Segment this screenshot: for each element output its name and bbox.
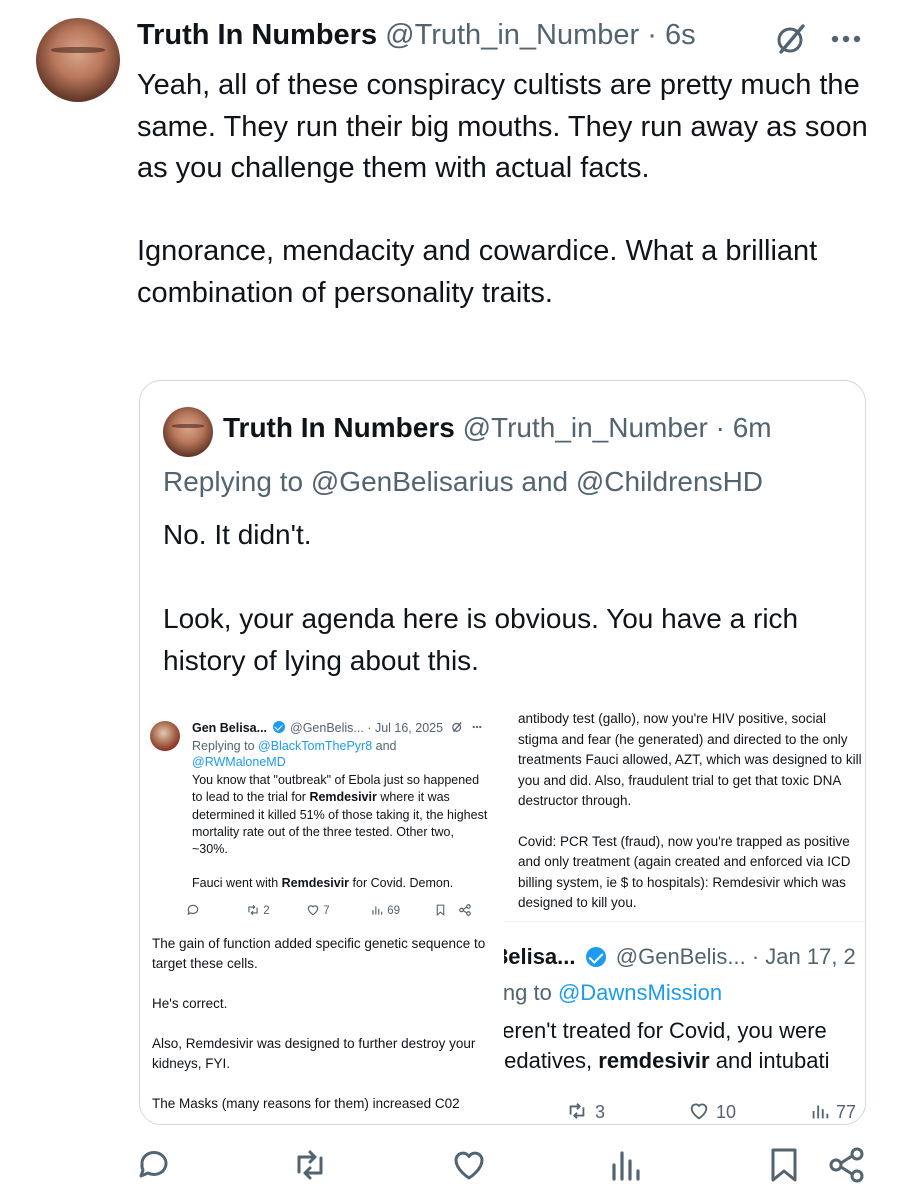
quoted-author-handle: @Truth_in_Number bbox=[462, 412, 708, 443]
tweet-paragraph: Ignorance, mendacity and cowardice. What… bbox=[137, 235, 818, 309]
tweet-header: Truth In Numbers @Truth_in_Number · 6s bbox=[137, 19, 696, 52]
quoted-paragraph: No. It didn't. bbox=[163, 519, 312, 550]
embedded-right-paragraph: antibody test (gallo), now you're HIV po… bbox=[518, 711, 862, 808]
tweet-paragraph: Yeah, all of these conspiracy cultists a… bbox=[137, 69, 868, 184]
like-count-value: 7 bbox=[323, 905, 330, 917]
embedded-tweet-fragment: 3elisa... @GenBelis... · Jan 17, 2 ing t… bbox=[504, 921, 865, 1124]
embedded-fragment-line: 'eren't treated for Covid, you were bbox=[504, 1018, 827, 1043]
tweet-action-bar bbox=[0, 1145, 901, 1195]
embedded-fragment-replying: ing to @DawnsMission bbox=[504, 980, 722, 1006]
embedded-fragment-date: · Jan 17, 2 bbox=[751, 944, 856, 969]
retweet-icon bbox=[569, 1103, 585, 1119]
embedded-fragment-reply-prefix: ing to bbox=[504, 980, 552, 1005]
embedded-fragment-text-part: ;edatives, bbox=[504, 1048, 593, 1073]
verified-badge-icon bbox=[585, 947, 606, 967]
embedded-lower-paragraph: The Masks (many reasons for them) increa… bbox=[152, 1096, 460, 1111]
tweet-time[interactable]: 6s bbox=[665, 19, 696, 51]
retweet-icon bbox=[248, 904, 258, 916]
embedded-replying-prefix: Replying to bbox=[192, 739, 255, 753]
embedded-author-handle: @GenBelis... bbox=[290, 721, 364, 735]
embedded-body: You know that "outbreak" of Ebola just s… bbox=[192, 772, 492, 893]
retweet-count: 2 bbox=[246, 903, 270, 917]
embedded-lower-paragraph: The gain of function added specific gene… bbox=[152, 936, 486, 971]
views-icon bbox=[372, 906, 383, 915]
retweet-count-value: 3 bbox=[595, 1102, 606, 1122]
embedded-mention: @RWMaloneMD bbox=[192, 755, 286, 769]
view-count-value: 77 bbox=[836, 1102, 857, 1122]
embedded-replying-and: and bbox=[375, 739, 397, 753]
bookmark-icon[interactable] bbox=[764, 1145, 804, 1185]
grok-icon bbox=[451, 721, 462, 733]
retweet-count: 3 bbox=[564, 1100, 605, 1123]
embedded-text: for Covid. Demon. bbox=[352, 876, 454, 891]
more-options-icon[interactable] bbox=[826, 22, 866, 56]
quoted-time: 6m bbox=[732, 412, 772, 443]
embedded-action-bar: 2 7 69 bbox=[187, 903, 492, 921]
embedded-fragment-bold: remdesivir bbox=[598, 1048, 710, 1073]
view-count: 77 bbox=[809, 1100, 856, 1123]
heart-icon bbox=[690, 1103, 708, 1120]
embedded-replying-to: Replying to @BlackTomThePyr8 and @RWMalo… bbox=[192, 738, 452, 770]
retweet-icon[interactable] bbox=[290, 1145, 330, 1185]
like-count-value: 10 bbox=[716, 1102, 737, 1122]
heart-icon bbox=[307, 905, 319, 916]
embedded-screenshot-right: antibody test (gallo), now you're HIV po… bbox=[504, 701, 865, 1124]
views-icon bbox=[812, 1105, 829, 1119]
bookmark-icon bbox=[434, 903, 447, 917]
embedded-lower-text: The gain of function added specific gene… bbox=[152, 934, 497, 1114]
grok-icon[interactable] bbox=[774, 22, 808, 56]
embedded-fragment-text: 'eren't treated for Covid, you were ;eda… bbox=[504, 1016, 829, 1076]
view-count-value: 69 bbox=[387, 905, 400, 917]
embedded-fragment-mention: @DawnsMission bbox=[557, 980, 723, 1005]
like-icon[interactable] bbox=[449, 1145, 489, 1185]
embedded-fragment-handle: @GenBelis... bbox=[615, 944, 746, 969]
embedded-screenshot-left: Gen Belisa... @GenBelis... · Jul 16, 202… bbox=[140, 701, 504, 1124]
embedded-right-paragraph: Covid: PCR Test (fraud), now you're trap… bbox=[518, 833, 851, 911]
retweet-count-value: 2 bbox=[263, 905, 270, 917]
share-icon[interactable] bbox=[827, 1145, 867, 1185]
embedded-fragment-header: 3elisa... @GenBelis... · Jan 17, 2 bbox=[504, 944, 856, 970]
embedded-text: Fauci went with bbox=[192, 876, 279, 891]
views-icon[interactable] bbox=[606, 1145, 646, 1185]
quoted-tweet-card[interactable]: Truth In Numbers @Truth_in_Number · 6m R… bbox=[139, 380, 866, 1125]
header-separator: · bbox=[647, 19, 657, 51]
embedded-avatar bbox=[150, 721, 180, 751]
embedded-lower-paragraph: Also, Remdesivir was designed to further… bbox=[152, 1036, 476, 1071]
more-options-icon bbox=[472, 725, 482, 729]
author-handle[interactable]: @Truth_in_Number bbox=[385, 19, 639, 51]
view-count: 69 bbox=[370, 903, 400, 917]
reply-icon bbox=[186, 903, 200, 917]
embedded-fragment-name: 3elisa... bbox=[504, 944, 576, 969]
embedded-header: Gen Belisa... @GenBelis... · Jul 16, 202… bbox=[192, 721, 484, 735]
quoted-author-avatar bbox=[163, 407, 213, 457]
share-icon bbox=[458, 903, 472, 917]
quoted-replying-to: Replying to @GenBelisarius and @Children… bbox=[163, 466, 764, 497]
author-avatar[interactable] bbox=[36, 18, 120, 102]
quoted-tweet-text: No. It didn't. Look, your agenda here is… bbox=[163, 514, 843, 682]
embedded-bold-text: Remdesivir bbox=[281, 876, 350, 891]
embedded-lower-paragraph: He's correct. bbox=[152, 996, 228, 1011]
reply-icon[interactable] bbox=[134, 1145, 174, 1185]
verified-badge-icon bbox=[272, 721, 285, 733]
author-name[interactable]: Truth In Numbers bbox=[137, 19, 377, 51]
embedded-right-text: antibody test (gallo), now you're HIV po… bbox=[518, 709, 863, 914]
quoted-paragraph: Look, your agenda here is obvious. You h… bbox=[163, 603, 799, 676]
embedded-date: · Jul 16, 2025 bbox=[367, 721, 444, 735]
embedded-bold-text: Remdesivir bbox=[309, 790, 377, 805]
tweet-text: Yeah, all of these conspiracy cultists a… bbox=[137, 65, 877, 314]
quoted-separator: · bbox=[715, 412, 725, 443]
embedded-author-name: Gen Belisa... bbox=[192, 721, 268, 735]
quoted-author-name: Truth In Numbers bbox=[223, 412, 455, 443]
like-count: 7 bbox=[306, 903, 330, 917]
embedded-fragment-text-part: and intubati bbox=[715, 1048, 830, 1073]
embedded-mention: @BlackTomThePyr8 bbox=[258, 739, 373, 753]
quoted-tweet-header: Truth In Numbers @Truth_in_Number · 6m bbox=[223, 412, 772, 444]
like-count: 10 bbox=[687, 1100, 736, 1123]
